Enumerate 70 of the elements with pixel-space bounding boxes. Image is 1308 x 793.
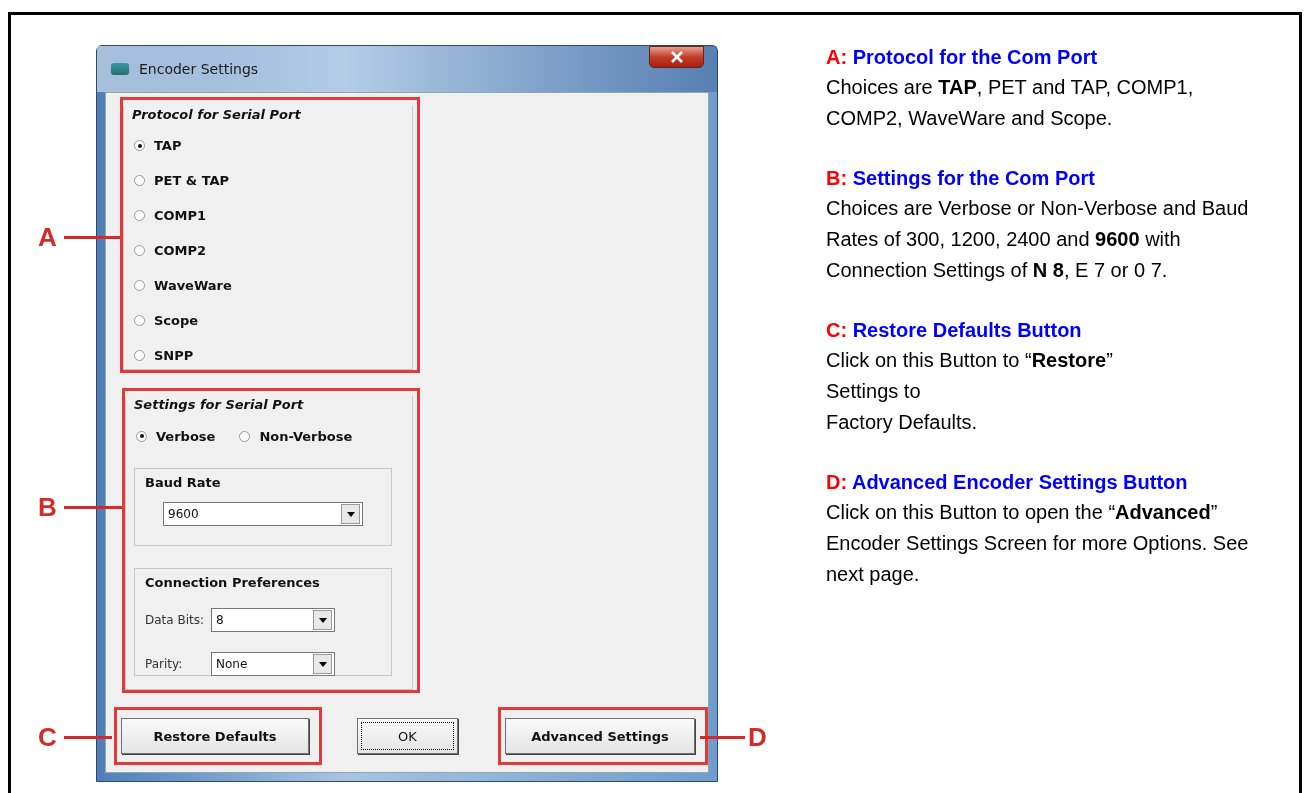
leader-line bbox=[64, 236, 120, 239]
radio-option[interactable]: PET & TAP bbox=[124, 163, 412, 198]
caret-icon bbox=[346, 511, 355, 517]
group-label: Protocol for Serial Port bbox=[132, 106, 302, 124]
radio-button[interactable] bbox=[134, 315, 145, 326]
dropdown-value: None bbox=[215, 657, 249, 671]
radio-button[interactable] bbox=[134, 350, 145, 361]
note-title: Advanced Encoder Settings Button bbox=[851, 471, 1188, 493]
caret-icon bbox=[318, 617, 327, 623]
radio-button[interactable] bbox=[134, 210, 145, 221]
dropdown-button[interactable] bbox=[341, 504, 360, 524]
radio-button[interactable] bbox=[134, 280, 145, 291]
caret-icon bbox=[318, 661, 327, 667]
close-icon bbox=[669, 51, 684, 63]
dialog-button[interactable]: OK bbox=[357, 718, 458, 754]
radio-button[interactable] bbox=[136, 430, 147, 442]
dropdown[interactable]: None bbox=[211, 652, 335, 676]
note-text: Choices are Verbose or Non-Verbose and Baud Rates of 300, 1200, 2400 and 9600 with Connection Settings of N 8, E 7 or 0 7. bbox=[826, 196, 1250, 283]
dropdown[interactable]: 9600 bbox=[163, 502, 363, 526]
dropdown-value: 8 bbox=[215, 613, 225, 627]
radio-button[interactable] bbox=[134, 140, 145, 151]
note-letter: C: bbox=[826, 319, 848, 341]
dialog-button[interactable]: Advanced Settings bbox=[505, 718, 695, 754]
radio-option[interactable]: Scope bbox=[124, 303, 412, 338]
radio-option[interactable]: TAP bbox=[124, 128, 412, 163]
radio-label: WaveWare bbox=[154, 278, 232, 293]
radio-button[interactable] bbox=[134, 245, 145, 256]
note-title: Settings for the Com Port bbox=[852, 167, 1095, 189]
group-label: Settings for Serial Port bbox=[134, 396, 305, 414]
callout-label: C bbox=[38, 723, 57, 751]
radio-label: COMP1 bbox=[154, 208, 207, 223]
note-text: Choices are TAP, PET and TAP, COMP1, COMP2, WaveWare and Scope. bbox=[826, 75, 1195, 131]
radio-button[interactable] bbox=[134, 175, 145, 186]
radio-option[interactable]: WaveWare bbox=[124, 268, 412, 303]
note-text: Click on this Button to “Restore” Settings to Factory Defaults. bbox=[826, 348, 1114, 435]
radio-label: Verbose bbox=[156, 428, 216, 444]
dialog-button[interactable]: Restore Defaults bbox=[121, 718, 309, 754]
dropdown-value: 9600 bbox=[167, 507, 200, 521]
radio-option[interactable]: Verbose bbox=[126, 422, 216, 450]
dropdown-button[interactable] bbox=[313, 610, 332, 630]
callout-label: D bbox=[748, 723, 767, 751]
note-title: Restore Defaults Button bbox=[852, 319, 1082, 341]
note-title: Protocol for the Com Port bbox=[852, 46, 1098, 68]
radio-label: PET & TAP bbox=[154, 173, 230, 188]
note-letter: D: bbox=[826, 471, 848, 493]
radio-label: Scope bbox=[154, 313, 199, 328]
note-letter: B: bbox=[826, 167, 848, 189]
callout-label: A bbox=[38, 223, 57, 251]
leader-line bbox=[700, 736, 745, 739]
dropdown[interactable]: 8 bbox=[211, 608, 335, 632]
note-letter: A: bbox=[826, 46, 848, 68]
window-title: Encoder Settings bbox=[139, 61, 260, 77]
window-icon bbox=[111, 63, 129, 75]
leader-line bbox=[64, 506, 122, 509]
dropdown-button[interactable] bbox=[313, 654, 332, 674]
radio-option[interactable]: Non-Verbose bbox=[229, 422, 353, 450]
radio-option[interactable]: SNPP bbox=[124, 338, 412, 373]
radio-option[interactable]: COMP1 bbox=[124, 198, 412, 233]
radio-button[interactable] bbox=[239, 430, 251, 442]
radio-option[interactable]: COMP2 bbox=[124, 233, 412, 268]
radio-label: COMP2 bbox=[154, 243, 207, 258]
leader-line bbox=[64, 736, 112, 739]
note-text: Click on this Button to open the “Advanced” Encoder Settings Screen for more Options. See next page. bbox=[826, 500, 1250, 587]
callout-label: B bbox=[38, 493, 57, 521]
radio-label: Non-Verbose bbox=[259, 428, 353, 444]
close-button[interactable] bbox=[649, 46, 704, 68]
field-label: Parity: bbox=[145, 657, 184, 671]
radio-label: TAP bbox=[154, 138, 182, 153]
radio-label: SNPP bbox=[154, 348, 194, 363]
field-label: Data Bits: bbox=[145, 613, 206, 627]
